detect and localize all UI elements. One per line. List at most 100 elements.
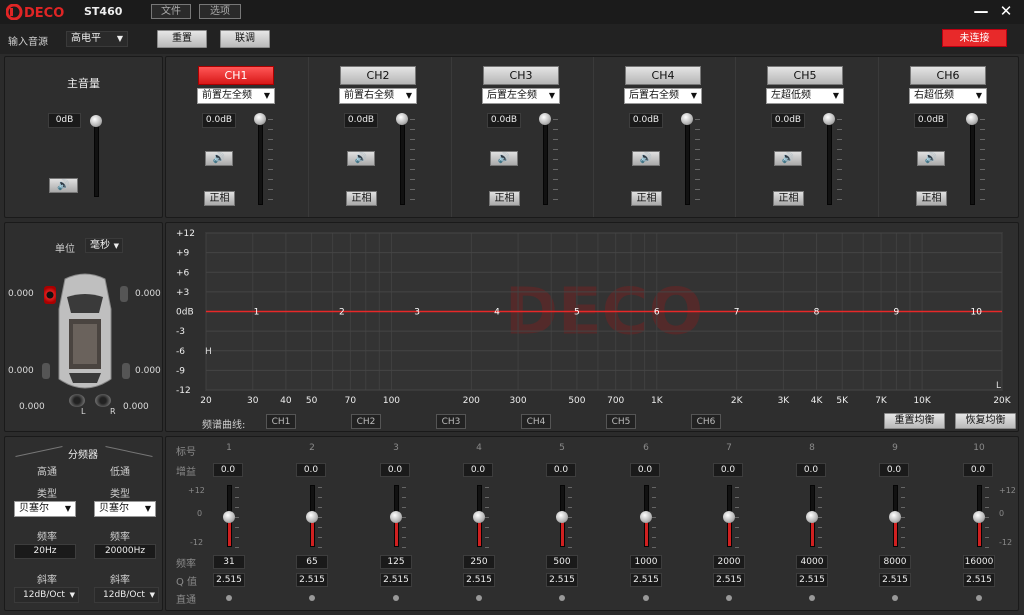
channel-phase-button[interactable]: 正相 [631,191,662,206]
curve-channel-toggle[interactable]: CH3 [436,414,466,429]
lowpass-slope-select[interactable]: 12dB/Oct ▼ [94,587,159,603]
band-gain-input[interactable]: 0.0 [213,463,243,477]
channel-type-select[interactable]: 后置右全频 ▼ [624,88,702,104]
band-gain-slider-knob[interactable] [640,511,652,523]
channel-gain-slider-track[interactable] [970,117,975,205]
eq-band-point[interactable]: 10 [971,308,983,318]
channel-select-button[interactable]: CH1 [198,66,274,85]
channel-mute-button[interactable]: 🔊 [490,151,518,166]
channel-gain-slider-knob[interactable] [823,113,835,125]
curve-channel-toggle[interactable]: CH1 [266,414,296,429]
eq-band-point[interactable]: 3 [414,308,420,318]
channel-gain-value[interactable]: 0.0dB [629,113,663,128]
band-q-input[interactable]: 2.515 [713,573,745,587]
band-q-input[interactable]: 2.515 [463,573,495,587]
band-gain-slider-knob[interactable] [223,511,235,523]
master-mute-button[interactable]: 🔊 [49,178,78,193]
delay-sub-right[interactable]: 0.000 [123,402,149,412]
channel-select-button[interactable]: CH6 [910,66,986,85]
eq-band-point[interactable]: 8 [814,308,820,318]
eq-chart[interactable]: DECO +12 +9 +6 +3 0dB -3 -6 -9 -12 20 30 40 50 70 100 20… [166,223,1020,413]
eq-band-point[interactable]: 6 [654,308,660,318]
channel-gain-slider-knob[interactable] [396,113,408,125]
delay-front-right[interactable]: 0.000 [135,289,161,299]
band-q-input[interactable]: 2.515 [546,573,578,587]
rear-right-speaker-icon[interactable] [122,363,130,379]
channel-gain-value[interactable]: 0.0dB [344,113,378,128]
channel-type-select[interactable]: 右超低频 ▼ [909,88,987,104]
band-gain-slider-knob[interactable] [473,511,485,523]
delay-rear-right[interactable]: 0.000 [135,366,161,376]
restore-eq-button[interactable]: 恢复均衡 [955,413,1016,429]
channel-gain-slider-knob[interactable] [681,113,693,125]
band-gain-slider-knob[interactable] [973,511,985,523]
close-icon[interactable]: ✕ [997,2,1015,20]
channel-phase-button[interactable]: 正相 [204,191,235,206]
eq-band-point[interactable]: 1 [254,308,260,318]
channel-select-button[interactable]: CH2 [340,66,416,85]
channel-gain-slider-track[interactable] [827,117,832,205]
band-freq-input[interactable]: 31 [213,555,245,569]
band-gain-slider-knob[interactable] [556,511,568,523]
lowpass-freq-input[interactable]: 20000Hz [94,544,156,559]
rear-left-speaker-icon[interactable] [42,363,50,379]
band-bypass-radio[interactable] [309,595,315,601]
eq-band-point[interactable]: 5 [574,308,580,318]
band-bypass-radio[interactable] [393,595,399,601]
band-freq-input[interactable]: 4000 [796,555,828,569]
band-gain-input[interactable]: 0.0 [879,463,909,477]
band-bypass-radio[interactable] [809,595,815,601]
eq-band-point[interactable]: 4 [494,308,500,318]
delay-rear-left[interactable]: 0.000 [8,366,34,376]
channel-mute-button[interactable]: 🔊 [632,151,660,166]
highpass-slope-select[interactable]: 12dB/Oct ▼ [14,587,79,603]
band-gain-slider-knob[interactable] [806,511,818,523]
front-right-speaker-icon[interactable] [120,286,128,302]
band-gain-input[interactable]: 0.0 [713,463,743,477]
link-button[interactable]: 联调 [220,30,270,48]
channel-gain-value[interactable]: 0.0dB [914,113,948,128]
channel-type-select[interactable]: 后置左全频 ▼ [482,88,560,104]
reset-eq-button[interactable]: 重置均衡 [884,413,945,429]
band-q-input[interactable]: 2.515 [796,573,828,587]
band-bypass-radio[interactable] [892,595,898,601]
curve-channel-toggle[interactable]: CH2 [351,414,381,429]
front-left-speaker-icon[interactable] [44,286,56,304]
eq-band-point[interactable]: 2 [339,308,345,318]
band-gain-slider-knob[interactable] [889,511,901,523]
band-freq-input[interactable]: 16000 [963,555,995,569]
subwoofer-right-icon[interactable] [95,394,111,407]
channel-gain-slider-knob[interactable] [254,113,266,125]
channel-phase-button[interactable]: 正相 [916,191,947,206]
curve-channel-toggle[interactable]: CH4 [521,414,551,429]
band-bypass-radio[interactable] [476,595,482,601]
channel-select-button[interactable]: CH4 [625,66,701,85]
highpass-freq-input[interactable]: 20Hz [14,544,76,559]
input-source-select[interactable]: 高电平 ▼ [66,31,128,47]
band-q-input[interactable]: 2.515 [213,573,245,587]
channel-mute-button[interactable]: 🔊 [917,151,945,166]
eq-band-point[interactable]: 7 [734,308,740,318]
band-bypass-radio[interactable] [559,595,565,601]
channel-gain-slider-track[interactable] [258,117,263,205]
band-gain-slider-knob[interactable] [306,511,318,523]
band-gain-input[interactable]: 0.0 [963,463,993,477]
menu-options[interactable]: 选项 [199,4,241,19]
channel-select-button[interactable]: CH5 [767,66,843,85]
band-gain-input[interactable]: 0.0 [380,463,410,477]
band-gain-input[interactable]: 0.0 [630,463,660,477]
channel-mute-button[interactable]: 🔊 [347,151,375,166]
band-gain-slider-knob[interactable] [723,511,735,523]
channel-phase-button[interactable]: 正相 [773,191,804,206]
band-freq-input[interactable]: 65 [296,555,328,569]
curve-channel-toggle[interactable]: CH5 [606,414,636,429]
master-volume-slider-track[interactable] [94,117,99,197]
band-q-input[interactable]: 2.515 [630,573,662,587]
lowpass-type-select[interactable]: 贝塞尔 ▼ [94,501,156,517]
channel-gain-value[interactable]: 0.0dB [202,113,236,128]
channel-type-select[interactable]: 前置左全频 ▼ [197,88,275,104]
band-freq-input[interactable]: 500 [546,555,578,569]
channel-phase-button[interactable]: 正相 [346,191,377,206]
band-gain-input[interactable]: 0.0 [296,463,326,477]
band-gain-input[interactable]: 0.0 [463,463,493,477]
